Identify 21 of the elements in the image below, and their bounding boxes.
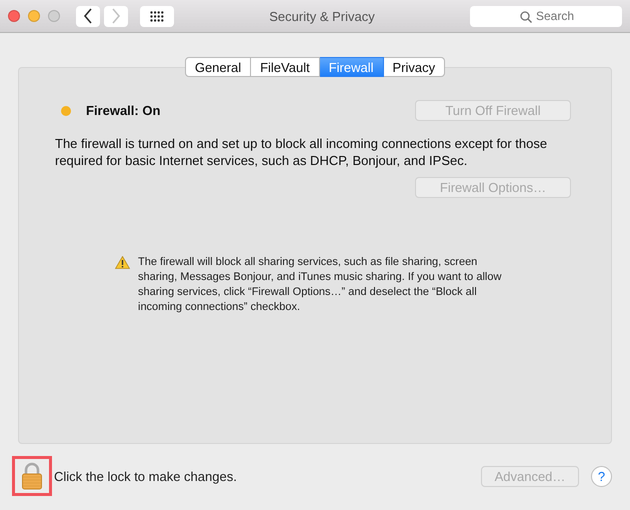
chevron-right-icon xyxy=(111,8,121,24)
show-all-button[interactable] xyxy=(140,6,174,26)
window-title: Security & Privacy xyxy=(268,8,376,24)
tab[interactable]: General xyxy=(184,57,252,77)
warning-icon xyxy=(115,256,130,269)
grid-icon xyxy=(150,10,164,22)
tab[interactable]: Firewall xyxy=(320,57,384,77)
lock-button[interactable] xyxy=(12,456,52,496)
tab[interactable]: FileVault xyxy=(251,57,320,77)
tab[interactable]: Privacy xyxy=(384,57,446,77)
search-field[interactable]: Search xyxy=(470,6,622,26)
firewall-description: The firewall is turned on and set up to block all incoming connections except for those required for basic Internet services, such as DHCP, Bonjour, and IPSec. xyxy=(55,135,548,169)
minimize-button[interactable] xyxy=(28,10,40,22)
firewall-status: Firewall: On xyxy=(86,103,162,118)
padlock-icon xyxy=(21,462,43,490)
warning-text: The firewall will block all sharing services, such as file sharing, screen sharing, Messages Bonjour, and iTunes music sharing. If you want to allow sharing services, click “Firewall Options…” and deselect the “Block all incoming connections” checkbox. xyxy=(138,255,502,315)
lock-hint: Click the lock to make changes. xyxy=(54,468,238,484)
back-button[interactable] xyxy=(76,6,100,26)
close-button[interactable] xyxy=(8,10,20,22)
chevron-left-icon xyxy=(83,8,93,24)
help-button[interactable]: ? xyxy=(591,466,612,486)
